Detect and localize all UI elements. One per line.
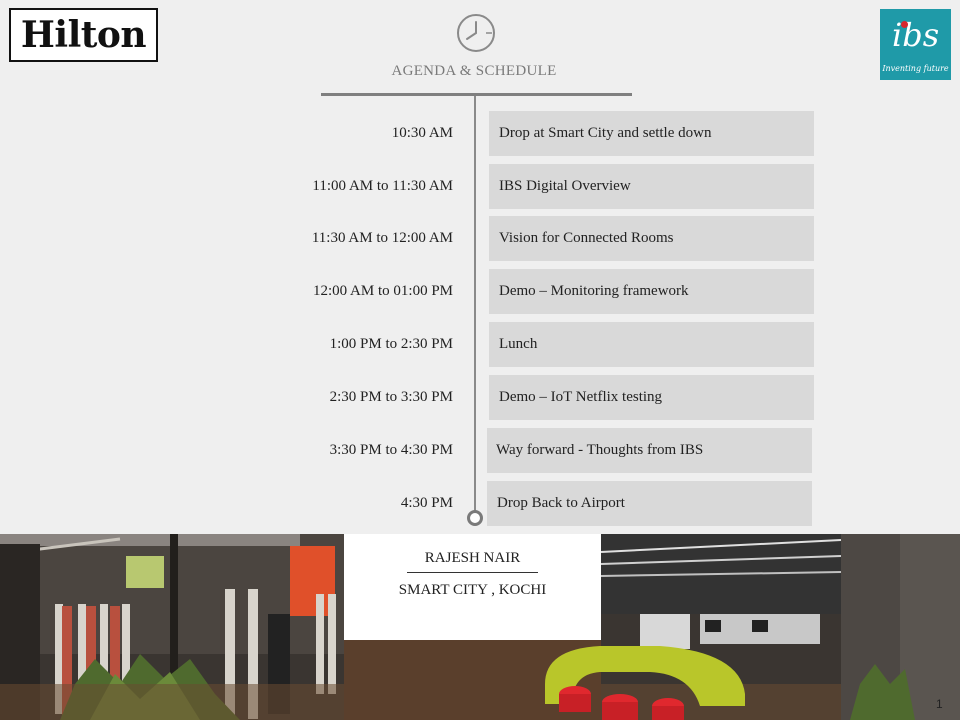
hilton-logo-text: Hilton <box>20 14 147 56</box>
agenda-item: Vision for Connected Rooms <box>489 216 814 261</box>
ibs-logo: ibs Inventing future <box>880 9 951 80</box>
agenda-item: Demo – IoT Netflix testing <box>489 375 814 420</box>
presenter-divider <box>407 572 538 573</box>
timeline-end-marker <box>467 510 483 526</box>
header-divider <box>321 93 632 96</box>
ibs-logo-mark: ibs <box>892 16 940 54</box>
agenda-time: 11:30 AM to 12:00 AM <box>311 230 453 246</box>
presenter-card: RAJESH NAIR SMART CITY , KOCHI <box>344 534 601 640</box>
agenda-item: Demo – Monitoring framework <box>489 269 814 314</box>
presenter-location: SMART CITY , KOCHI <box>398 582 547 598</box>
agenda-item: Drop Back to Airport <box>487 481 812 526</box>
agenda-slide: Hilton ibs Inventing future AGENDA & SCH… <box>0 0 960 720</box>
clock-icon <box>457 14 495 52</box>
agenda-time: 11:00 AM to 11:30 AM <box>312 178 453 194</box>
hilton-logo: Hilton <box>9 8 158 62</box>
agenda-time: 12:00 AM to 01:00 PM <box>312 283 453 299</box>
ibs-logo-tagline: Inventing future <box>882 64 949 73</box>
agenda-title: AGENDA & SCHEDULE <box>391 63 557 79</box>
agenda-time: 1:00 PM to 2:30 PM <box>329 336 453 352</box>
agenda-item: Way forward - Thoughts from IBS <box>487 428 812 473</box>
agenda-time: 4:30 PM <box>400 495 453 511</box>
ibs-logo-dot <box>901 21 908 28</box>
agenda-time: 2:30 PM to 3:30 PM <box>329 389 453 405</box>
agenda-item: Drop at Smart City and settle down <box>489 111 814 156</box>
agenda-item: IBS Digital Overview <box>489 164 814 209</box>
presenter-name: RAJESH NAIR <box>424 550 521 566</box>
page-number: 1 <box>936 697 943 711</box>
agenda-time: 10:30 AM <box>391 125 453 141</box>
timeline-line <box>474 96 476 511</box>
agenda-time: 3:30 PM to 4:30 PM <box>329 442 453 458</box>
agenda-item: Lunch <box>489 322 814 367</box>
